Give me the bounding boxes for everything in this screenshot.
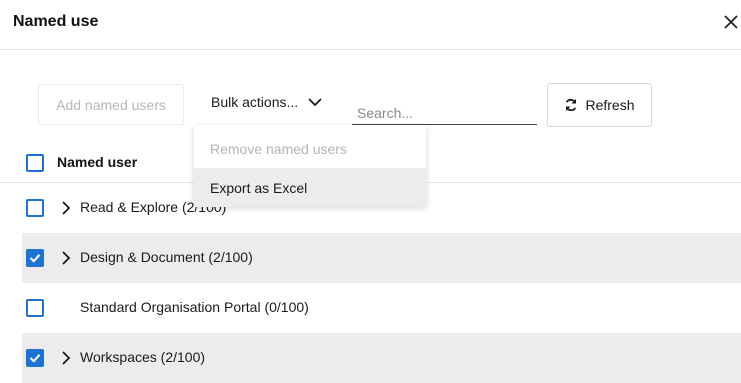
dialog-title: Named use <box>13 13 99 30</box>
dialog-header: Named use <box>0 0 741 50</box>
search-input[interactable] <box>352 98 537 125</box>
row-checkbox[interactable] <box>26 299 44 317</box>
refresh-label: Refresh <box>585 97 635 113</box>
chevron-right-icon[interactable] <box>60 350 72 366</box>
column-header-named-user: Named user <box>57 154 138 170</box>
bulk-actions-label: Bulk actions... <box>211 94 299 110</box>
add-named-users-button[interactable]: Add named users <box>38 84 184 125</box>
check-icon <box>29 354 41 363</box>
bulk-actions-menu: Remove named users Export as Excel <box>194 125 426 207</box>
menu-item-export-as-excel[interactable]: Export as Excel <box>194 168 426 207</box>
chevron-right-icon[interactable] <box>60 250 72 266</box>
row-checkbox[interactable] <box>26 349 44 367</box>
row-label: Standard Organisation Portal (0/100) <box>80 299 309 315</box>
row-checkbox[interactable] <box>26 249 44 267</box>
menu-item-remove-named-users: Remove named users <box>210 140 347 157</box>
refresh-icon <box>566 98 577 112</box>
bulk-actions-dropdown[interactable]: Bulk actions... <box>211 94 323 110</box>
chevron-right-icon[interactable] <box>60 200 72 216</box>
select-all-checkbox[interactable] <box>26 154 44 172</box>
table-row[interactable]: Design & Document (2/100) <box>22 233 741 283</box>
chevron-down-icon <box>308 98 322 107</box>
table-row[interactable]: Workspaces (2/100) <box>22 333 741 383</box>
close-icon[interactable] <box>722 13 740 31</box>
table-row[interactable]: Standard Organisation Portal (0/100) <box>22 283 741 333</box>
row-label: Design & Document (2/100) <box>80 249 253 265</box>
row-checkbox[interactable] <box>26 199 44 217</box>
check-icon <box>29 254 41 263</box>
refresh-button[interactable]: Refresh <box>547 83 652 127</box>
row-label: Workspaces (2/100) <box>80 349 206 365</box>
